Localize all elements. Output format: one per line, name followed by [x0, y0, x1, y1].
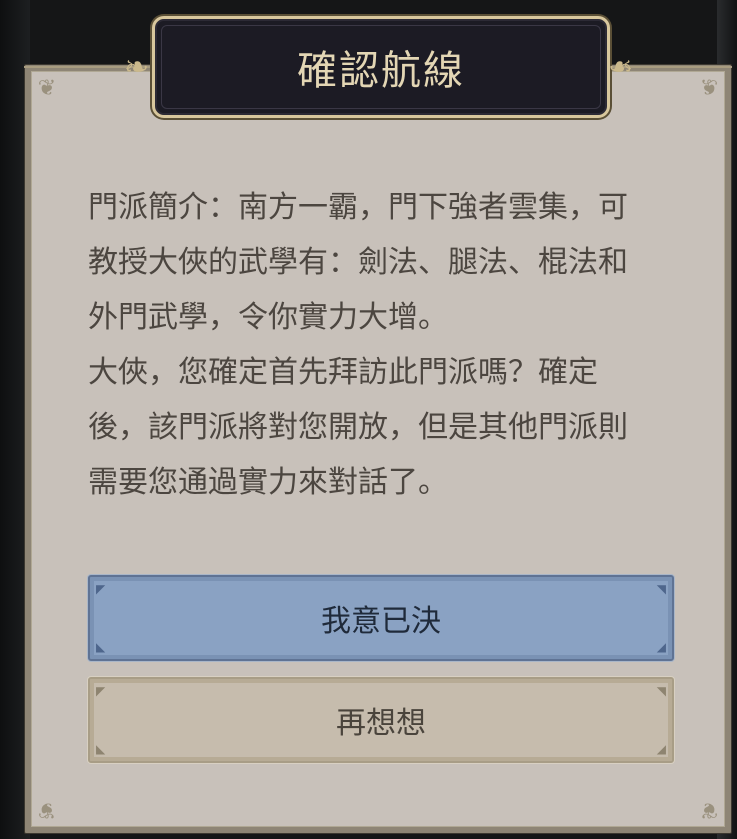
corner-flourish-icon: ❦: [699, 797, 719, 822]
game-screen: ❦ ❦ ❦ ❦ ❧ ❧ 確認航線 門派簡介：南方一霸，門下強者雲集，可 教授大俠…: [0, 0, 737, 839]
message-line: 大俠，您確定首先拜訪此門派嗎？確定: [88, 355, 598, 390]
button-corner-icon: ◣: [96, 640, 106, 654]
corner-flourish-icon: ❦: [699, 76, 719, 101]
confirm-button-label: 我意已決: [321, 604, 441, 639]
message-line: 後，該門派將對您開放，但是其他門派則: [88, 410, 628, 445]
button-corner-icon: ◥: [656, 684, 666, 698]
corner-flourish-icon: ❦: [37, 76, 57, 101]
message-line: 需要您通過實力來對話了。: [88, 465, 448, 500]
confirm-button[interactable]: ◤ ◥ ◣ ◢ 我意已決: [88, 575, 674, 661]
dialog-title-plate: 確認航線: [152, 16, 610, 118]
cancel-button[interactable]: ◤ ◥ ◣ ◢ 再想想: [88, 677, 674, 763]
scroll-flourish-icon: ❧: [608, 50, 634, 85]
button-corner-icon: ◤: [96, 582, 106, 596]
corner-flourish-icon: ❦: [37, 797, 57, 822]
button-corner-icon: ◢: [656, 640, 666, 654]
scroll-flourish-icon: ❧: [124, 50, 150, 85]
button-corner-icon: ◢: [656, 742, 666, 756]
cancel-button-label: 再想想: [336, 706, 426, 741]
dialog-title: 確認航線: [297, 48, 465, 94]
button-corner-icon: ◤: [96, 684, 106, 698]
message-line: 門派簡介：南方一霸，門下強者雲集，可: [88, 190, 628, 225]
button-corner-icon: ◥: [656, 582, 666, 596]
message-line: 外門武學，令你實力大增。: [88, 300, 448, 335]
message-line: 教授大俠的武學有：劍法、腿法、棍法和: [88, 245, 628, 280]
dialog-message: 門派簡介：南方一霸，門下強者雲集，可 教授大俠的武學有：劍法、腿法、棍法和 外門…: [88, 180, 668, 510]
button-corner-icon: ◣: [96, 742, 106, 756]
